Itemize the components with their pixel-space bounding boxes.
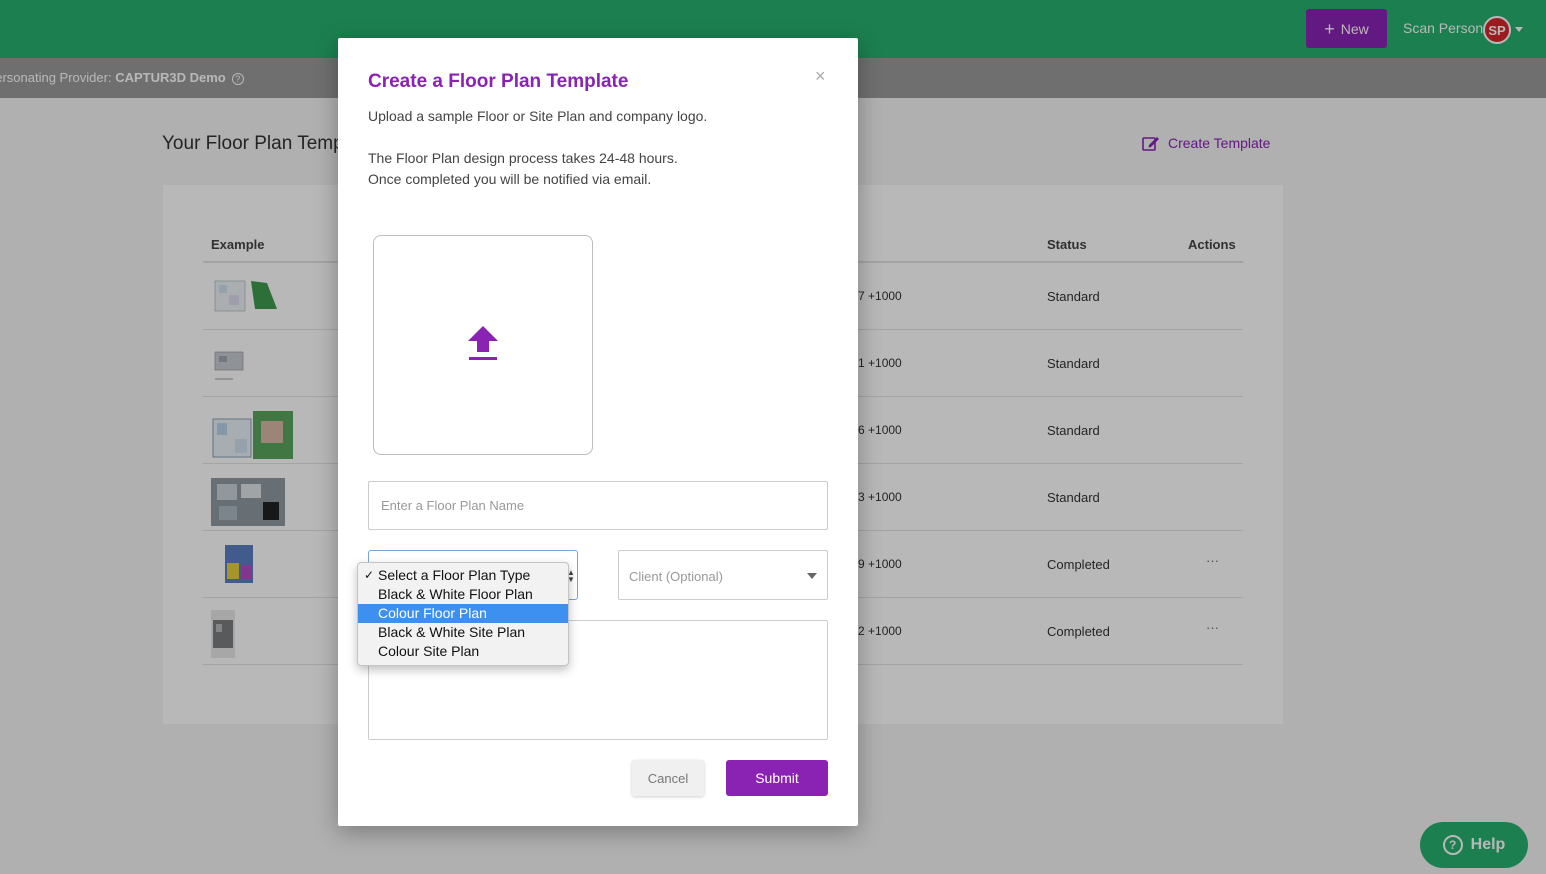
option-bw-floor-plan[interactable]: Black & White Floor Plan [358,585,568,604]
modal-title: Create a Floor Plan Template [368,71,629,92]
modal-process-line-2: Once completed you will be notified via … [368,171,652,187]
option-label: Colour Site Plan [378,643,480,659]
upload-icon [468,326,498,360]
checkmark-icon: ✓ [364,568,375,582]
floor-plan-type-options: ✓ Select a Floor Plan Type Black & White… [357,562,569,666]
create-template-modal: Create a Floor Plan Template × Upload a … [338,38,858,826]
floor-plan-name-input[interactable] [368,481,828,530]
option-bw-site-plan[interactable]: Black & White Site Plan [358,623,568,642]
option-colour-site-plan[interactable]: Colour Site Plan [358,642,568,661]
submit-button[interactable]: Submit [726,760,828,796]
modal-intro: Upload a sample Floor or Site Plan and c… [368,108,708,124]
client-select[interactable]: Client (Optional) [618,550,828,600]
option-label: Black & White Site Plan [378,624,526,640]
cancel-button[interactable]: Cancel [632,760,704,796]
option-select-type[interactable]: ✓ Select a Floor Plan Type [358,566,568,585]
option-label: Colour Floor Plan [378,605,487,621]
client-select-placeholder: Client (Optional) [629,569,723,584]
close-icon[interactable]: × [815,66,826,87]
chevron-down-icon [807,573,817,579]
modal-process-line-1: The Floor Plan design process takes 24-4… [368,150,678,166]
option-label: Black & White Floor Plan [378,586,533,602]
option-colour-floor-plan[interactable]: Colour Floor Plan [358,604,568,623]
upload-dropzone[interactable] [373,235,593,455]
option-label: Select a Floor Plan Type [378,567,531,583]
